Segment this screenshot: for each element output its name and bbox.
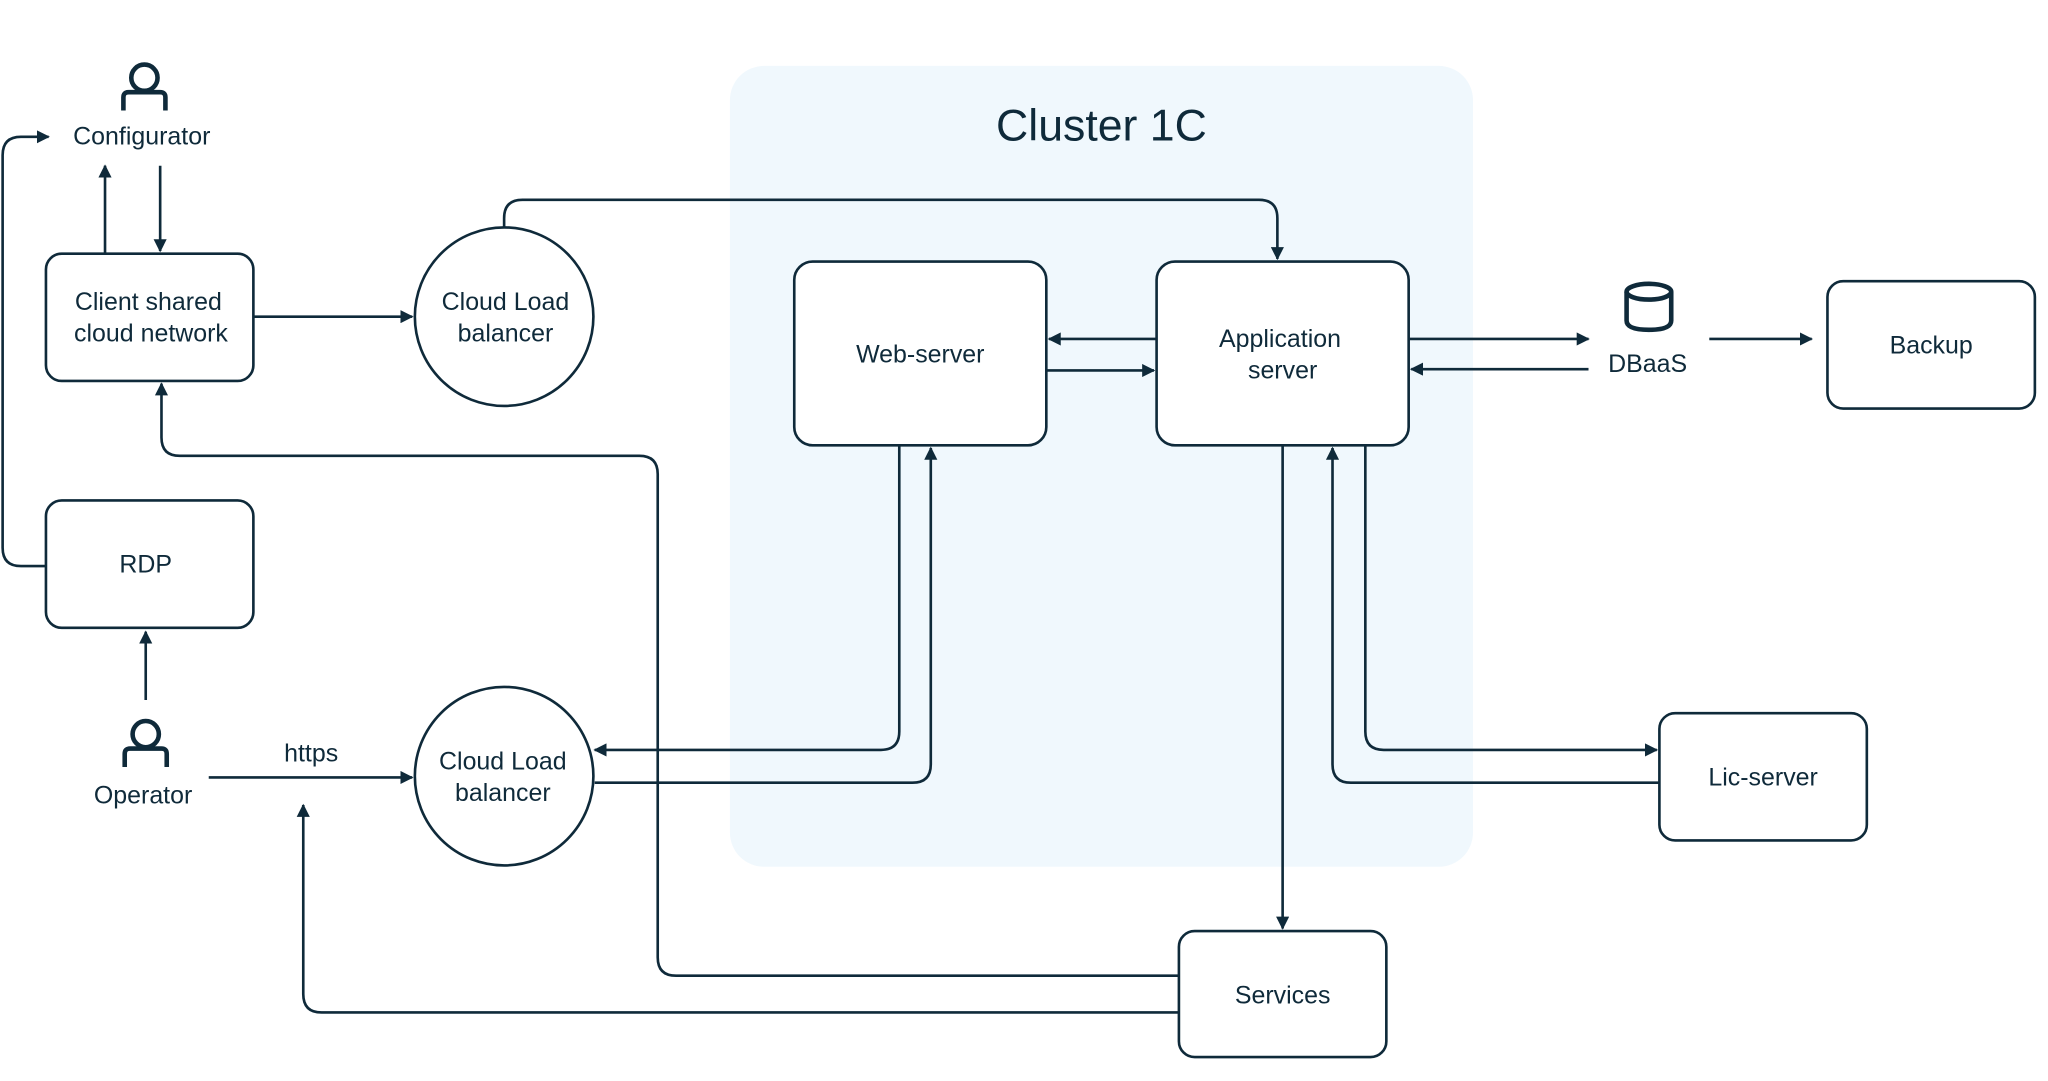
backup-label: Backup (1890, 331, 1973, 359)
user-icon (121, 62, 168, 111)
lb-bottom-label-1: Cloud Load (439, 748, 567, 776)
database-icon (1624, 281, 1674, 333)
services-label: Services (1235, 981, 1331, 1009)
rdp-label: RDP (119, 551, 172, 579)
web-server-label: Web-server (856, 341, 984, 369)
operator-actor[interactable]: Operator (94, 718, 192, 810)
client-network-label-2: cloud network (74, 320, 228, 348)
lb-top-label-2: balancer (458, 320, 554, 348)
lic-server-node[interactable]: Lic-server (1658, 711, 1869, 842)
services-node[interactable]: Services (1177, 929, 1388, 1059)
lb-bottom-label-2: balancer (455, 779, 551, 807)
edge-rdp-to-configurator (1, 130, 50, 568)
load-balancer-bottom-node[interactable]: Cloud Load balancer (413, 685, 595, 867)
configurator-label: Configurator (73, 123, 210, 151)
web-server-node[interactable]: Web-server (792, 260, 1048, 447)
configurator-actor[interactable]: Configurator (73, 62, 210, 151)
dbaas-node[interactable]: DBaaS (1608, 281, 1687, 378)
client-network-label-1: Client shared (75, 288, 222, 316)
lb-top-label-1: Cloud Load (442, 288, 570, 316)
rdp-node[interactable]: RDP (44, 499, 255, 630)
client-network-node[interactable]: Client shared cloud network (44, 252, 255, 383)
dbaas-label: DBaaS (1608, 350, 1687, 378)
cluster-region (729, 65, 1473, 867)
user-icon (122, 718, 170, 767)
app-server-label-1: Application (1219, 325, 1341, 353)
https-label: https (284, 740, 338, 768)
architecture-diagram: Cluster 1C https Configurator Operator C… (1, 62, 2037, 1059)
lic-server-label: Lic-server (1708, 763, 1817, 791)
app-server-label-2: server (1248, 356, 1317, 384)
load-balancer-top-node[interactable]: Cloud Load balancer (413, 226, 595, 408)
backup-node[interactable]: Backup (1826, 279, 2037, 410)
cluster-title: Cluster 1C (996, 102, 1207, 151)
app-server-node[interactable]: Application server (1155, 260, 1410, 447)
operator-label: Operator (94, 782, 192, 810)
